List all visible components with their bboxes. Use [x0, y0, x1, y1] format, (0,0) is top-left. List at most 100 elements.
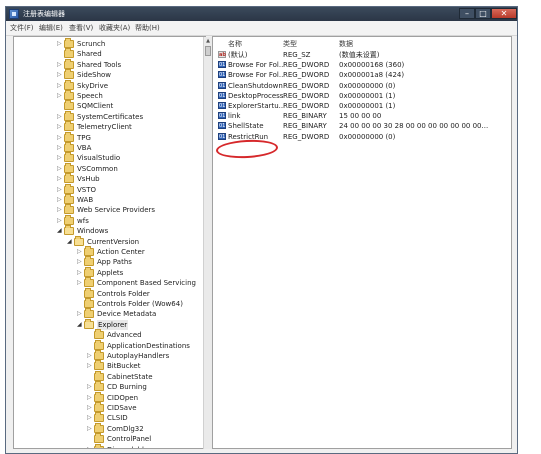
tree-item[interactable]: Discardable — [14, 443, 204, 448]
value-name[interactable]: (默认) — [228, 50, 283, 60]
expand-arrow-icon[interactable] — [57, 207, 62, 212]
tree-item[interactable]: Scrunch — [14, 38, 204, 49]
tree-item-label[interactable]: CabinetState — [107, 372, 153, 382]
value-row[interactable]: 011 CleanShutdown REG_DWORD 0x00000000 (0) — [213, 81, 511, 91]
tree-item[interactable]: App Paths — [14, 256, 204, 267]
maximize-button[interactable]: □ — [475, 8, 491, 19]
tree-item-label[interactable]: wfs — [77, 216, 89, 226]
value-row[interactable]: 011 link REG_BINARY 15 00 00 00 — [213, 111, 511, 121]
collapse-arrow-icon[interactable] — [57, 228, 62, 233]
tree-item-label[interactable]: App Paths — [97, 257, 132, 267]
tree-item[interactable]: CD Burning — [14, 381, 204, 392]
column-header-data[interactable]: 数据 — [339, 40, 353, 49]
tree-item-label[interactable]: Scrunch — [77, 39, 105, 49]
tree-item-label[interactable]: CLSID — [107, 413, 128, 423]
expand-arrow-icon[interactable] — [87, 415, 92, 420]
tree-item[interactable]: CLSID — [14, 412, 204, 423]
tree-item[interactable]: CurrentVersion — [14, 235, 204, 247]
tree-item[interactable]: CIDOpen — [14, 391, 204, 403]
tree-item[interactable]: VsHub — [14, 173, 204, 184]
tree-item-label[interactable]: TPG — [77, 133, 91, 143]
value-row[interactable]: 011 DesktopProcess REG_DWORD 0x00000001 (1) — [213, 91, 511, 101]
tree-item-label[interactable]: SystemCertificates — [77, 112, 143, 122]
tree-item-label[interactable]: Controls Folder — [97, 289, 150, 299]
tree-item-label[interactable]: SQMClient — [77, 101, 113, 111]
close-button[interactable]: ✕ — [491, 8, 517, 19]
expand-arrow-icon[interactable] — [77, 270, 82, 275]
tree-item[interactable]: Shared Tools — [14, 58, 204, 70]
tree-item[interactable]: Explorer — [14, 318, 204, 330]
tree-item[interactable]: Action Center — [14, 246, 204, 257]
expand-arrow-icon[interactable] — [57, 62, 62, 67]
tree-item-label[interactable]: Windows — [77, 226, 108, 236]
expand-arrow-icon[interactable] — [57, 83, 62, 88]
expand-arrow-icon[interactable] — [87, 405, 92, 410]
tree-item[interactable]: SystemCertificates — [14, 110, 204, 122]
tree-item-label[interactable]: VSCommon — [77, 164, 118, 174]
value-row[interactable]: 011 RestrictRun REG_DWORD 0x00000000 (0) — [213, 132, 511, 142]
column-header-name[interactable]: 名称 — [228, 40, 242, 49]
value-name[interactable]: ShellState — [228, 121, 283, 131]
tree-item[interactable]: Component Based Servicing — [14, 277, 204, 288]
tree-item-label[interactable]: WAB — [77, 195, 93, 205]
tree-item[interactable]: Controls Folder (Wow64) — [14, 298, 204, 309]
tree-item-label[interactable]: CIDSave — [107, 403, 137, 413]
tree-item-label[interactable]: Discardable — [107, 445, 148, 448]
tree-item-label[interactable]: CurrentVersion — [87, 237, 139, 247]
tree-item[interactable]: ControlPanel — [14, 433, 204, 444]
expand-arrow-icon[interactable] — [57, 114, 62, 119]
tree-item-label[interactable]: Shared — [77, 49, 102, 59]
expand-arrow-icon[interactable] — [87, 363, 92, 368]
tree-item-label[interactable]: VBA — [77, 143, 91, 153]
tree-item[interactable]: VBA — [14, 142, 204, 153]
scrollbar-thumb[interactable] — [205, 46, 211, 56]
tree-item[interactable]: Controls Folder — [14, 287, 204, 299]
tree-item[interactable]: Shared — [14, 48, 204, 59]
minimize-button[interactable]: – — [459, 8, 475, 19]
expand-arrow-icon[interactable] — [87, 395, 92, 400]
value-name[interactable]: Browse For Fol... — [228, 70, 283, 80]
tree-item-label[interactable]: ControlPanel — [107, 434, 151, 444]
tree-item-label[interactable]: Controls Folder (Wow64) — [97, 299, 183, 309]
tree-item[interactable]: SQMClient — [14, 100, 204, 111]
tree-item[interactable]: Device Metadata — [14, 308, 204, 319]
tree-item[interactable]: Speech — [14, 90, 204, 101]
tree-item-label[interactable]: Advanced — [107, 330, 142, 340]
expand-arrow-icon[interactable] — [57, 176, 62, 181]
tree-item-label[interactable]: Component Based Servicing — [97, 278, 196, 288]
expand-arrow-icon[interactable] — [57, 155, 62, 160]
menu-file[interactable]: 文件(F) — [10, 23, 34, 33]
tree-item-label[interactable]: VSTO — [77, 185, 96, 195]
value-row[interactable]: 011 Browse For Fol... REG_DWORD 0x000001a8 … — [213, 70, 511, 80]
tree-item[interactable]: VSCommon — [14, 162, 204, 174]
expand-arrow-icon[interactable] — [57, 187, 62, 192]
expand-arrow-icon[interactable] — [87, 447, 92, 448]
tree-item[interactable]: TelemetryClient — [14, 121, 204, 132]
menu-edit[interactable]: 编辑(E) — [39, 23, 63, 33]
tree-item[interactable]: wfs — [14, 214, 204, 226]
tree-item[interactable]: Windows — [14, 225, 204, 236]
tree-scrollbar[interactable]: ▲ — [203, 37, 212, 449]
menu-help[interactable]: 帮助(H) — [135, 23, 160, 33]
expand-arrow-icon[interactable] — [57, 72, 62, 77]
expand-arrow-icon[interactable] — [57, 124, 62, 129]
menu-favorites[interactable]: 收藏夹(A) — [99, 23, 130, 33]
tree-item-label[interactable]: Device Metadata — [97, 309, 156, 319]
tree-item-label[interactable]: Speech — [77, 91, 103, 101]
menu-view[interactable]: 查看(V) — [69, 23, 93, 33]
tree-item[interactable]: SkyDrive — [14, 79, 204, 91]
tree-item-label[interactable]: TelemetryClient — [77, 122, 132, 132]
tree-item-label[interactable]: Web Service Providers — [77, 205, 155, 215]
expand-arrow-icon[interactable] — [57, 197, 62, 202]
tree-item-label[interactable]: Explorer — [97, 319, 129, 330]
expand-arrow-icon[interactable] — [77, 280, 82, 285]
collapse-arrow-icon[interactable] — [67, 239, 72, 244]
value-row[interactable]: 011 Browse For Fol... REG_DWORD 0x00000168 … — [213, 60, 511, 70]
tree-item-label[interactable]: ApplicationDestinations — [107, 341, 190, 351]
tree-item[interactable]: CIDSave — [14, 402, 204, 413]
tree-item-label[interactable]: Applets — [97, 268, 123, 278]
tree-item[interactable]: VSTO — [14, 183, 204, 195]
value-name[interactable]: RestrictRun — [228, 132, 283, 142]
tree-item[interactable]: BitBucket — [14, 360, 204, 371]
tree-item-label[interactable]: CIDOpen — [107, 393, 138, 403]
